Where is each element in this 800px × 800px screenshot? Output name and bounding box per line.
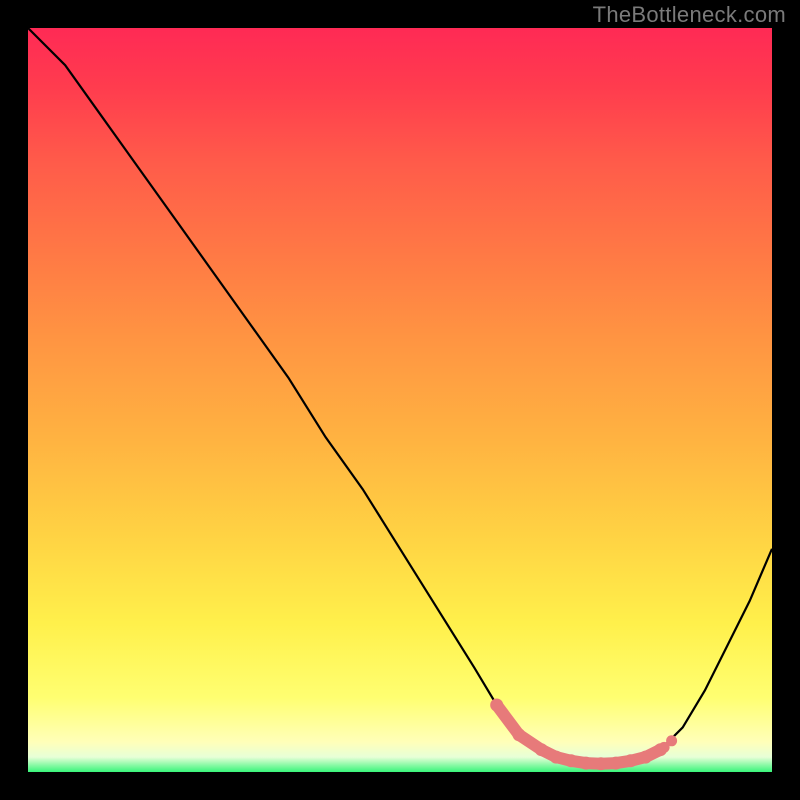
highlight-dot — [666, 735, 677, 746]
highlight-dot — [513, 728, 526, 741]
highlight-dot — [550, 751, 563, 764]
highlight-dot — [609, 757, 622, 770]
highlight-dot — [535, 743, 548, 756]
highlight-dot — [594, 757, 607, 770]
highlight-dots — [490, 699, 677, 771]
highlight-dot — [580, 757, 593, 770]
plot-area — [28, 28, 772, 772]
bottleneck-curve — [28, 28, 772, 772]
attribution-text: TheBottleneck.com — [593, 2, 786, 28]
curve-path — [28, 28, 772, 764]
highlight-dot — [565, 754, 578, 767]
highlight-dot — [624, 754, 637, 767]
highlight-dot — [639, 751, 652, 764]
chart-frame: TheBottleneck.com — [0, 0, 800, 800]
highlight-dot — [490, 699, 503, 712]
